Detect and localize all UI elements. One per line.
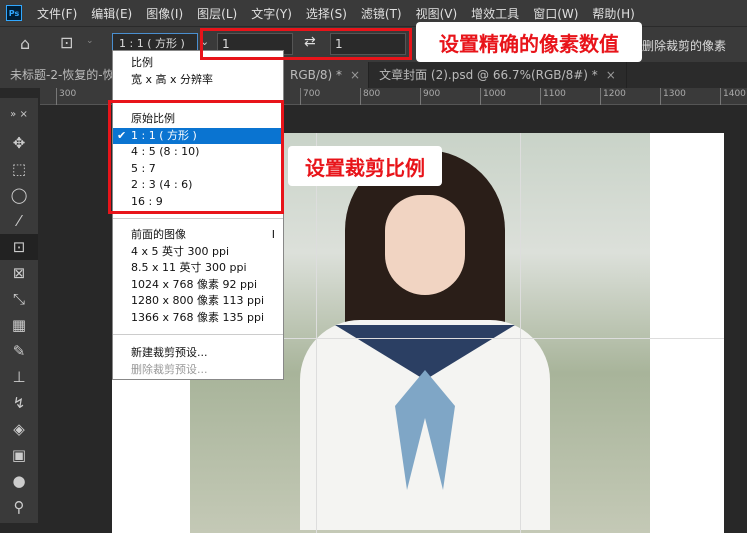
stamp-icon[interactable]: ⊥: [0, 364, 38, 390]
callout-pixel-values: 设置精确的像素数值: [416, 22, 642, 62]
photoshop-logo: Ps: [6, 5, 22, 21]
menu-layer[interactable]: 图层(L): [190, 5, 244, 22]
dodge-icon[interactable]: ⚲: [0, 494, 38, 520]
lasso-tool-icon[interactable]: ◯: [0, 182, 38, 208]
ruler-tick: 900: [420, 88, 440, 105]
tools-panel: » × ✥ ⬚ ◯ ⁄ ⊡ ⊠ ⤡ ▦ ✎ ⊥ ↯ ◈ ▣ ● ⚲: [0, 98, 38, 523]
ruler-tick: 300: [56, 88, 76, 105]
divider: [113, 218, 283, 219]
ruler-tick: 1200: [600, 88, 626, 105]
blur-icon[interactable]: ●: [0, 468, 38, 494]
tab-rgb[interactable]: RGB/8) * ×: [286, 62, 370, 88]
close-icon[interactable]: ×: [606, 68, 616, 82]
highlight-box: [200, 28, 412, 60]
menu-item-preset[interactable]: 1024 x 768 像素 92 ppi: [113, 277, 283, 294]
tab-label: 文章封面 (2).psd @ 66.7%(RGB/8#) *: [379, 68, 598, 82]
highlight-box: [108, 100, 284, 214]
healing-brush-icon[interactable]: ▦: [0, 312, 38, 338]
menu-plugins[interactable]: 增效工具: [464, 5, 526, 22]
menu-window[interactable]: 窗口(W): [526, 5, 585, 22]
menu-item-preset[interactable]: 8.5 x 11 英寸 300 ppi: [113, 260, 283, 277]
eyedropper-icon[interactable]: ⤡: [0, 286, 38, 312]
brush-icon[interactable]: ✎: [0, 338, 38, 364]
tool-preset-chevron-icon[interactable]: ⌄: [86, 36, 94, 46]
menu-filter[interactable]: 滤镜(T): [354, 5, 409, 22]
ruler-tick: 700: [300, 88, 320, 105]
menu-item-label: 前面的图像: [131, 228, 186, 241]
ruler-tick: 1300: [660, 88, 686, 105]
crop-tool-icon[interactable]: ⊡: [60, 33, 73, 52]
photo-subject: [385, 195, 465, 295]
gradient-icon[interactable]: ▣: [0, 442, 38, 468]
frame-tool-icon[interactable]: ⊠: [0, 260, 38, 286]
delete-cropped-pixels-label[interactable]: 删除裁剪的像素: [642, 37, 726, 54]
ruler-tick: 1000: [480, 88, 506, 105]
tab-label: RGB/8) *: [290, 68, 343, 82]
menu-image[interactable]: 图像(I): [139, 5, 190, 22]
menu-help[interactable]: 帮助(H): [585, 5, 641, 22]
history-brush-icon[interactable]: ↯: [0, 390, 38, 416]
eraser-icon[interactable]: ◈: [0, 416, 38, 442]
menu-edit[interactable]: 编辑(E): [84, 5, 139, 22]
panel-collapse-icon[interactable]: » ×: [0, 98, 38, 130]
move-tool-icon[interactable]: ✥: [0, 130, 38, 156]
menu-view[interactable]: 视图(V): [409, 5, 465, 22]
ruler-tick: 800: [360, 88, 380, 105]
home-icon[interactable]: ⌂: [20, 34, 30, 53]
tab-label: 未标题-2-恢复的-恢: [10, 68, 115, 82]
menu-item-new-preset[interactable]: 新建裁剪预设...: [113, 345, 283, 362]
ruler-tick: 1100: [540, 88, 566, 105]
menu-select[interactable]: 选择(S): [299, 5, 354, 22]
ruler-tick: 1400: [720, 88, 746, 105]
close-icon[interactable]: ×: [350, 68, 360, 82]
crop-grid-line: [520, 133, 521, 533]
menu-item-preset[interactable]: 1366 x 768 像素 135 ppi: [113, 310, 283, 327]
menu-item-front-image[interactable]: 前面的图像 I: [113, 227, 283, 244]
marquee-tool-icon[interactable]: ⬚: [0, 156, 38, 182]
tab-article-cover[interactable]: 文章封面 (2).psd @ 66.7%(RGB/8#) * ×: [369, 62, 627, 88]
callout-crop-ratio: 设置裁剪比例: [288, 146, 442, 186]
menu-item-whr[interactable]: 宽 x 高 x 分辨率: [113, 72, 283, 89]
crop-grid-line: [316, 133, 317, 533]
menu-type[interactable]: 文字(Y): [244, 5, 299, 22]
crop-tool-icon[interactable]: ⊡: [0, 234, 38, 260]
menu-file[interactable]: 文件(F): [30, 5, 84, 22]
magic-wand-icon[interactable]: ⁄: [0, 208, 38, 234]
shortcut-label: I: [271, 228, 275, 241]
menu-item-preset[interactable]: 1280 x 800 像素 113 ppi: [113, 293, 283, 310]
menu-item-delete-preset: 删除裁剪预设...: [131, 362, 208, 376]
menu-item-preset[interactable]: 4 x 5 英寸 300 ppi: [113, 244, 283, 261]
divider: [113, 334, 283, 335]
